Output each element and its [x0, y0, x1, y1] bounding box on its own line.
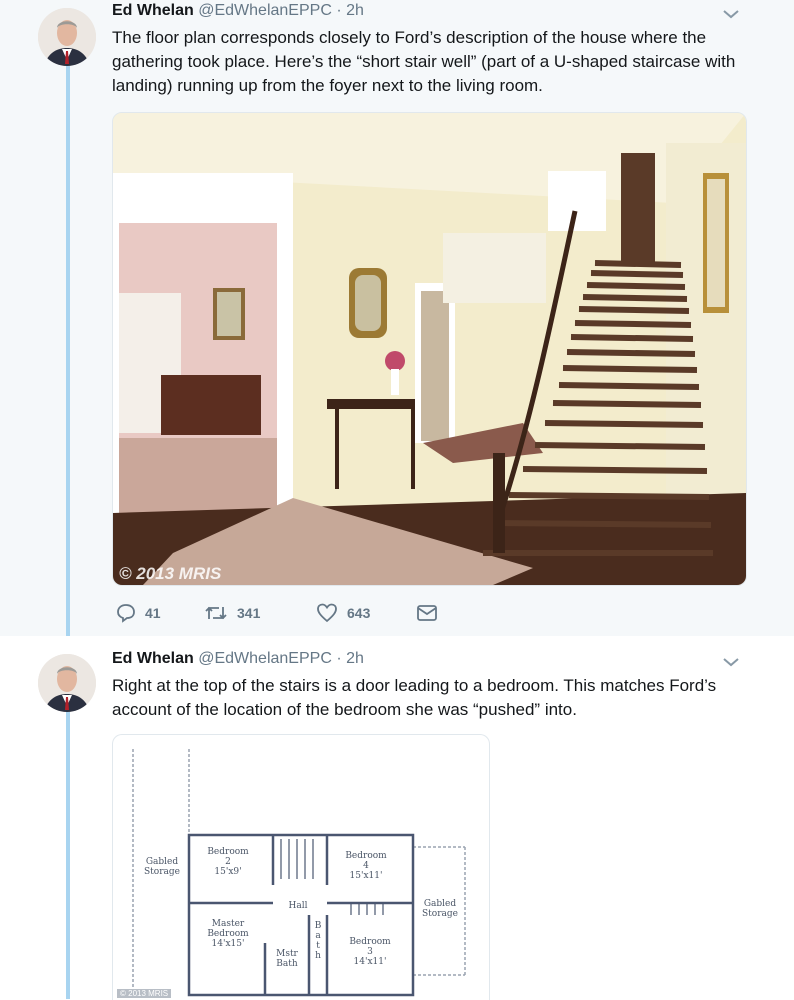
- tweet-time[interactable]: · 2h: [336, 2, 364, 19]
- tweet-photo[interactable]: © 2013 MRIS: [112, 112, 747, 586]
- author-handle[interactable]: @EdWhelanEPPC: [198, 2, 332, 19]
- plan-label-gabled-right: Gabled Storage: [422, 899, 458, 919]
- plan-watermark: © 2013 MRIS: [117, 989, 172, 998]
- author-name[interactable]: Ed Whelan: [112, 2, 194, 19]
- plan-label-bath: B a t h: [314, 921, 322, 961]
- reply-icon: [117, 604, 135, 623]
- plan-label-bedroom4: Bedroom 4 15'x11': [345, 851, 387, 881]
- tweet-header: Ed Whelan @EdWhelanEPPC · 2h: [112, 650, 364, 668]
- thread-line: [66, 712, 70, 999]
- like-button[interactable]: 643: [316, 602, 370, 624]
- tweet-header: Ed Whelan @EdWhelanEPPC · 2h: [112, 2, 364, 20]
- dm-icon: [417, 605, 437, 621]
- tweet-text: Right at the top of the stairs is a door…: [112, 676, 717, 719]
- image-watermark: © 2013 MRIS: [119, 564, 222, 583]
- plan-label-gabled-left: Gabled Storage: [144, 857, 180, 877]
- tweet-1[interactable]: Ed Whelan @EdWhelanEPPC · 2h The floor p…: [0, 0, 794, 636]
- dm-button[interactable]: [416, 602, 438, 624]
- like-count: 643: [347, 605, 371, 621]
- like-icon: [317, 603, 337, 623]
- floorplan-image[interactable]: Gabled Storage Bedroom 2 15'x9' Bedroom …: [112, 734, 490, 1000]
- plan-label-mstr-bath: Mstr Bath: [276, 949, 298, 969]
- plan-label-master: Master Bedroom 14'x15': [207, 919, 249, 949]
- thread-line: [66, 66, 70, 636]
- reply-count: 41: [145, 605, 161, 621]
- retweet-button[interactable]: 341: [204, 602, 260, 624]
- retweet-icon: [205, 606, 227, 620]
- author-handle[interactable]: @EdWhelanEPPC: [198, 650, 332, 667]
- author-name[interactable]: Ed Whelan: [112, 650, 194, 667]
- tweet-time[interactable]: · 2h: [336, 650, 364, 667]
- foyer-staircase-image: © 2013 MRIS: [113, 113, 746, 585]
- plan-label-bedroom2: Bedroom 2 15'x9': [207, 847, 249, 877]
- plan-label-hall: Hall: [288, 901, 308, 911]
- tweet-text: The floor plan corresponds closely to Fo…: [112, 28, 736, 95]
- avatar[interactable]: [38, 654, 96, 712]
- chevron-down-icon[interactable]: [722, 656, 740, 668]
- avatar[interactable]: [38, 8, 96, 66]
- chevron-down-icon[interactable]: [722, 8, 740, 20]
- retweet-count: 341: [237, 605, 261, 621]
- reply-button[interactable]: 41: [116, 602, 161, 624]
- plan-label-bedroom3: Bedroom 3 14'x11': [349, 937, 391, 967]
